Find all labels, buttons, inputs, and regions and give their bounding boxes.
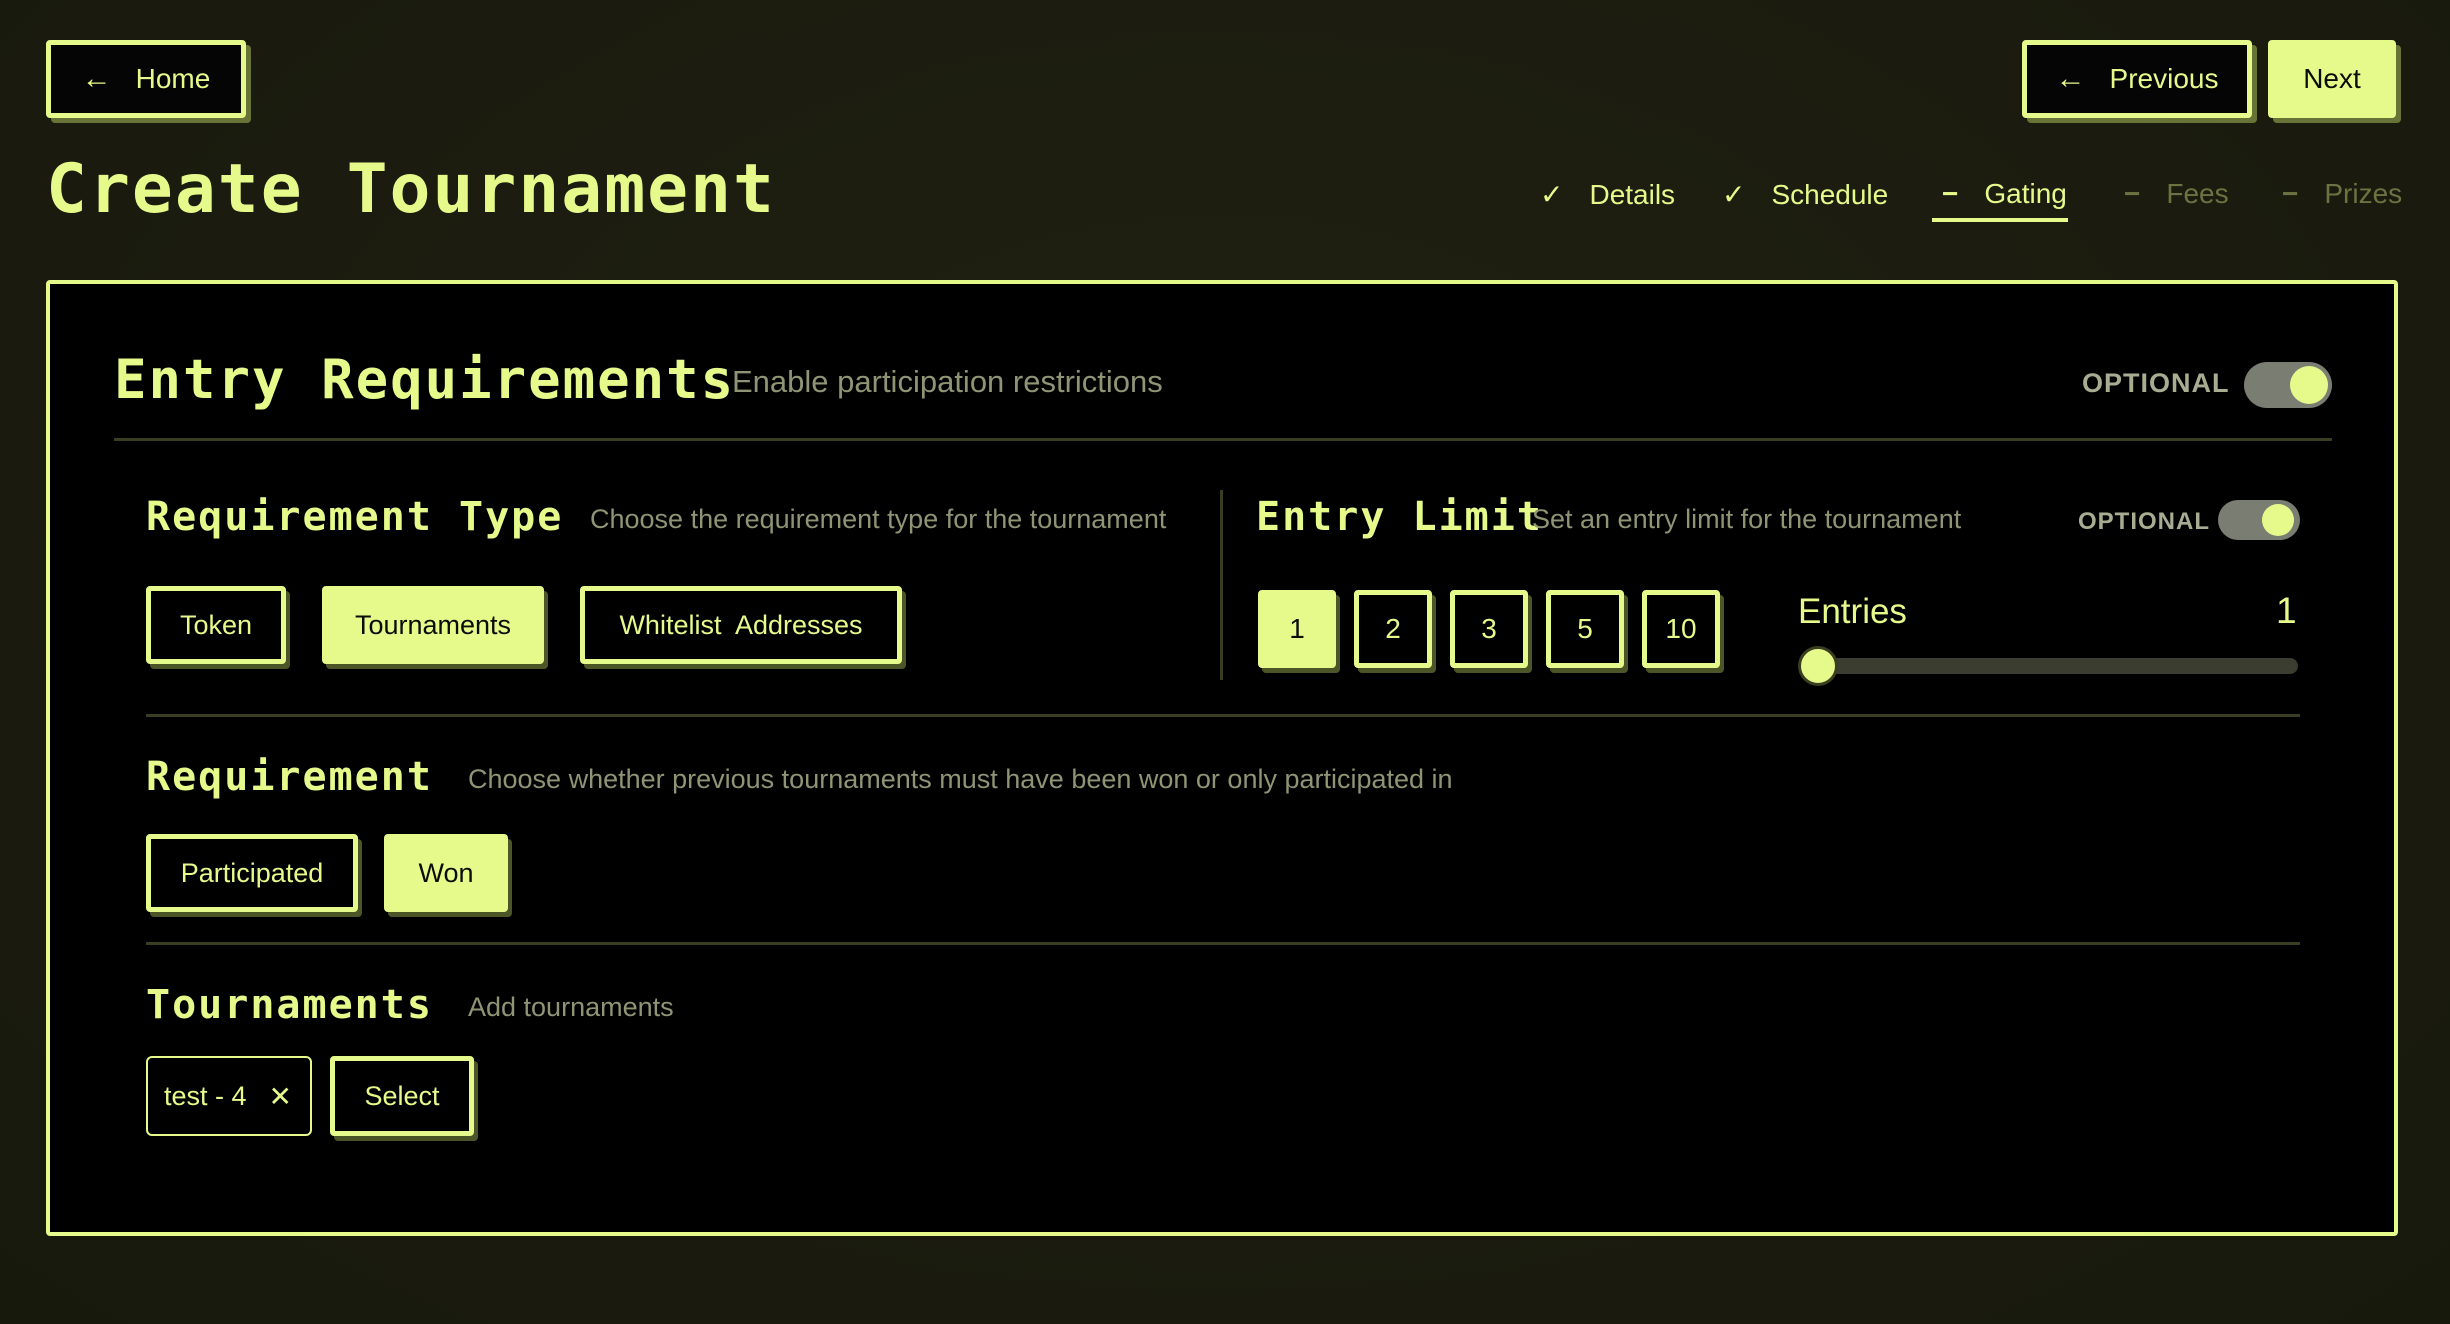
option-label: Participated xyxy=(180,857,324,888)
tournaments-title: Tournaments xyxy=(146,982,433,1028)
option-label: Whitelist Addresses xyxy=(619,609,863,640)
step-label: Schedule xyxy=(1771,178,1889,210)
entries-value: 1 xyxy=(2276,590,2297,631)
entry-limit-preset-1[interactable]: 1 xyxy=(1258,590,1336,668)
optional-label: OPTIONAL xyxy=(2082,368,2230,398)
check-icon: ✓ xyxy=(1540,179,1564,210)
preset-label: 5 xyxy=(1577,613,1593,644)
entry-requirements-subtitle: Enable participation restrictions xyxy=(732,364,1163,399)
divider xyxy=(146,942,2300,945)
entry-limit-subtitle: Set an entry limit for the tournament xyxy=(1532,504,1962,534)
divider xyxy=(146,714,2300,717)
select-label: Select xyxy=(364,1080,440,1111)
dash-icon: − xyxy=(2282,178,2299,209)
next-button-label: Next xyxy=(2303,63,2361,94)
preset-label: 2 xyxy=(1385,613,1401,644)
preset-label: 3 xyxy=(1481,613,1497,644)
entry-limit-optional-label: OPTIONAL xyxy=(2078,508,2210,535)
entry-limit-toggle[interactable] xyxy=(2218,500,2300,540)
select-tournament-button[interactable]: Select xyxy=(330,1056,474,1136)
home-button-label: Home xyxy=(135,63,211,94)
step-details[interactable]: ✓ Details xyxy=(1540,178,1675,211)
preset-label: 1 xyxy=(1289,613,1305,644)
requirement-type-subtitle: Choose the requirement type for the tour… xyxy=(590,504,1167,534)
entries-slider-handle[interactable] xyxy=(1798,646,1838,686)
option-label: Token xyxy=(179,609,253,640)
dash-icon: − xyxy=(1942,178,1959,209)
step-schedule[interactable]: ✓ Schedule xyxy=(1722,178,1888,211)
arrow-left-icon: ← xyxy=(2055,62,2086,95)
next-button[interactable]: Next xyxy=(2268,40,2396,118)
previous-button-label: Previous xyxy=(2109,63,2219,94)
entry-limit-title: Entry Limit xyxy=(1256,494,1543,540)
entry-limit-preset-2[interactable]: 2 xyxy=(1354,590,1432,668)
requirement-participated[interactable]: Participated xyxy=(146,834,358,912)
previous-button[interactable]: ← Previous xyxy=(2022,40,2252,118)
requirement-type-token[interactable]: Token xyxy=(146,586,286,664)
step-prizes[interactable]: − Prizes xyxy=(2282,178,2402,210)
chip-label: test - 4 xyxy=(164,1080,247,1111)
step-label: Fees xyxy=(2166,178,2229,209)
requirement-type-whitelist[interactable]: Whitelist Addresses xyxy=(580,586,902,664)
entries-label: Entries xyxy=(1798,592,1907,631)
entry-limit-preset-5[interactable]: 5 xyxy=(1546,590,1624,668)
option-label: Won xyxy=(418,857,474,888)
entries-slider-track[interactable] xyxy=(1798,658,2298,674)
toggle-knob xyxy=(2290,366,2328,404)
option-label: Tournaments xyxy=(354,609,512,640)
entry-limit-preset-3[interactable]: 3 xyxy=(1450,590,1528,668)
tournament-chip: test - 4 ✕ xyxy=(146,1056,312,1136)
check-icon: ✓ xyxy=(1722,179,1746,210)
entry-requirements-panel: Entry Requirements Enable participation … xyxy=(46,280,2398,1236)
active-step-underline xyxy=(1932,218,2068,222)
requirement-type-title: Requirement Type xyxy=(146,494,564,540)
entry-limit-preset-10[interactable]: 10 xyxy=(1642,590,1720,668)
step-label: Details xyxy=(1589,178,1676,210)
column-divider xyxy=(1220,490,1223,680)
requirement-won[interactable]: Won xyxy=(384,834,508,912)
step-label: Gating xyxy=(1984,178,2067,209)
entry-requirements-toggle[interactable] xyxy=(2244,362,2332,408)
toggle-knob xyxy=(2262,504,2294,536)
step-gating[interactable]: − Gating xyxy=(1942,178,2067,210)
preset-label: 10 xyxy=(1665,613,1697,644)
arrow-left-icon: ← xyxy=(81,62,112,95)
tournaments-subtitle: Add tournaments xyxy=(468,992,674,1022)
entry-requirements-title: Entry Requirements xyxy=(114,348,736,411)
dash-icon: − xyxy=(2124,178,2141,209)
close-icon[interactable]: ✕ xyxy=(269,1080,292,1113)
page-title: Create Tournament xyxy=(46,150,776,229)
requirement-subtitle: Choose whether previous tournaments must… xyxy=(468,764,1453,794)
requirement-title: Requirement xyxy=(146,754,433,800)
divider xyxy=(114,438,2332,441)
home-button[interactable]: ← Home xyxy=(46,40,246,118)
requirement-type-tournaments[interactable]: Tournaments xyxy=(322,586,544,664)
step-label: Prizes xyxy=(2324,178,2403,209)
step-fees[interactable]: − Fees xyxy=(2124,178,2229,210)
